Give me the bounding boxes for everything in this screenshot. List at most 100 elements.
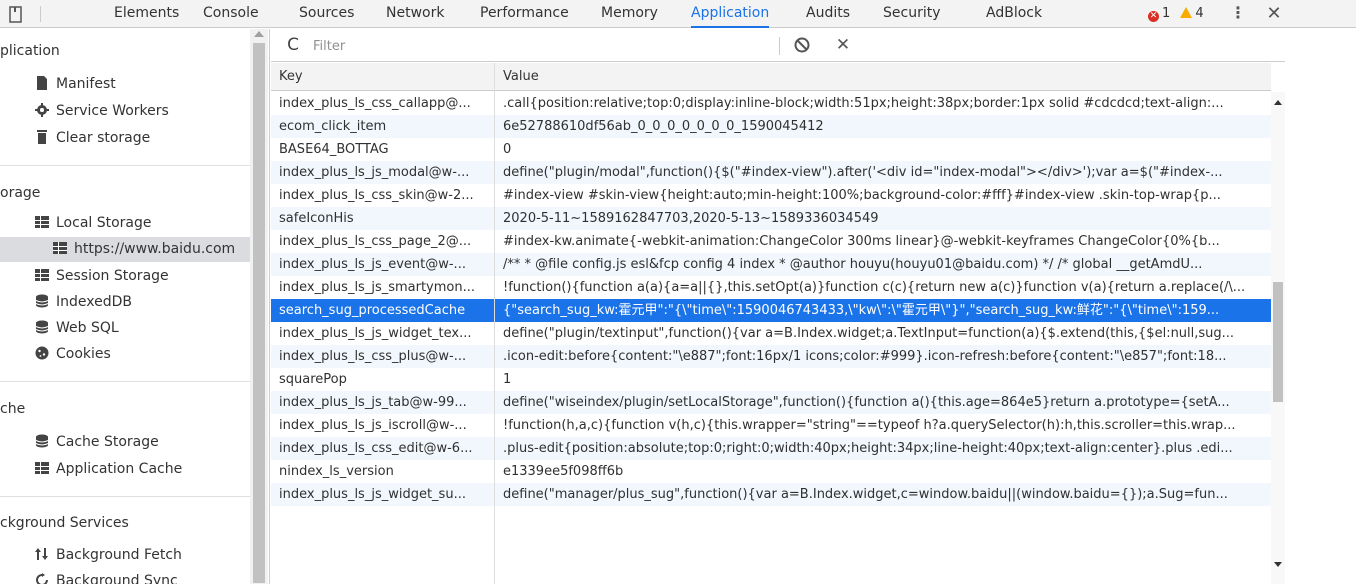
sidebar-item-session-storage[interactable]: Session Storage: [34, 264, 169, 289]
close-devtools-icon[interactable]: ✕: [1262, 0, 1286, 28]
table-scrollbar[interactable]: [1271, 92, 1285, 584]
column-divider[interactable]: [494, 63, 495, 584]
tab-memory[interactable]: Memory: [601, 0, 658, 28]
more-options-icon[interactable]: ⋮: [1228, 0, 1248, 28]
section-storage: orage: [0, 185, 41, 201]
value-cell[interactable]: e1339ee5f098ff6b: [495, 460, 1271, 483]
sidebar-item-local-storage[interactable]: Local Storage: [34, 211, 152, 236]
table-row[interactable]: index_plus_ls_js_modal@w-... define("plug…: [271, 161, 1271, 184]
table-row[interactable]: ecom_click_item 6e52788610df56ab_0_0_0_0_…: [271, 115, 1271, 138]
table-scrollbar-thumb[interactable]: [1273, 282, 1283, 402]
key-cell[interactable]: squarePop: [271, 368, 494, 391]
table-row[interactable]: squarePop 1: [271, 368, 1271, 391]
tab-application[interactable]: Application: [691, 0, 770, 28]
value-cell[interactable]: 2020-5-11~1589162847703,2020-5-13~158933…: [495, 207, 1271, 230]
key-cell[interactable]: index_plus_ls_css_skin@w-2...: [271, 184, 494, 207]
tab-sources[interactable]: Sources: [299, 0, 354, 28]
key-cell[interactable]: nindex_ls_version: [271, 460, 494, 483]
key-cell[interactable]: index_plus_ls_js_tab@w-99...: [271, 391, 494, 414]
sidebar-item-web-sql[interactable]: Web SQL: [34, 316, 119, 341]
table-row[interactable]: index_plus_ls_js_iscroll@w-... !function(…: [271, 414, 1271, 437]
value-cell[interactable]: .call{position:relative;top:0;display:in…: [495, 92, 1271, 115]
document-icon: [37, 76, 47, 90]
table-grid-icon: [35, 269, 49, 281]
key-cell[interactable]: index_plus_ls_css_callapp@...: [271, 92, 494, 115]
key-cell[interactable]: index_plus_ls_css_plus@w-...: [271, 345, 494, 368]
key-cell[interactable]: index_plus_ls_js_iscroll@w-...: [271, 414, 494, 437]
sidebar-item-baidu-origin[interactable]: https://www.baidu.com: [0, 237, 250, 262]
tab-performance[interactable]: Performance: [480, 0, 569, 28]
sidebar-item-cache-storage[interactable]: Cache Storage: [34, 430, 159, 455]
tab-network[interactable]: Network: [386, 0, 444, 28]
table-row[interactable]: index_plus_ls_css_page_2@... #index-kw.an…: [271, 230, 1271, 253]
key-cell[interactable]: index_plus_ls_js_event@w-...: [271, 253, 494, 276]
sidebar-scrollbar-thumb[interactable]: [253, 43, 265, 583]
value-cell[interactable]: 6e52788610df56ab_0_0_0_0_0_0_0_159004541…: [495, 115, 1271, 138]
sidebar-item-application-cache[interactable]: Application Cache: [34, 457, 182, 482]
value-cell[interactable]: #index-kw.animate{-webkit-animation:Chan…: [495, 230, 1271, 253]
sidebar-item-indexeddb[interactable]: IndexedDB: [34, 290, 132, 315]
sidebar-item-cookies[interactable]: Cookies: [34, 342, 111, 367]
filter-input[interactable]: [313, 35, 773, 57]
scroll-up-arrow-icon[interactable]: [254, 31, 264, 37]
table-row[interactable]: index_plus_ls_js_tab@w-99... define("wise…: [271, 391, 1271, 414]
value-cell[interactable]: define("wiseindex/plugin/setLocalStorage…: [495, 391, 1271, 414]
value-cell[interactable]: define("manager/plus_sug",function(){var…: [495, 483, 1271, 506]
value-cell[interactable]: {"search_sug_kw:霍元甲":"{\"time\":15900467…: [495, 299, 1271, 322]
key-cell[interactable]: index_plus_ls_js_widget_tex...: [271, 322, 494, 345]
warning-count: 4: [1195, 6, 1204, 21]
sidebar-item-background-sync[interactable]: Background Sync: [34, 569, 178, 584]
issues-counter[interactable]: ✕ 1 4: [1148, 0, 1204, 28]
table-row[interactable]: nindex_ls_version e1339ee5f098ff6b: [271, 460, 1271, 483]
refresh-icon[interactable]: C: [283, 35, 303, 55]
clear-all-icon[interactable]: [793, 36, 811, 54]
table-row[interactable]: search_sug_processedCache {"search_sug_kw…: [271, 299, 1271, 322]
value-cell[interactable]: .plus-edit{position:absolute;top:0;right…: [495, 437, 1271, 460]
scroll-up-arrow-icon[interactable]: [1274, 100, 1282, 105]
value-cell[interactable]: /** * @file config.js esl&fcp config 4 i…: [495, 253, 1271, 276]
value-cell[interactable]: 0: [495, 138, 1271, 161]
key-cell[interactable]: index_plus_ls_js_modal@w-...: [271, 161, 494, 184]
table-row[interactable]: index_plus_ls_js_widget_tex... define("pl…: [271, 322, 1271, 345]
value-cell[interactable]: !function(h,a,c){function v(h,c){this.wr…: [495, 414, 1271, 437]
key-cell[interactable]: index_plus_ls_js_smartymon...: [271, 276, 494, 299]
column-header-value[interactable]: Value: [495, 63, 539, 91]
key-cell[interactable]: index_plus_ls_css_page_2@...: [271, 230, 494, 253]
table-row[interactable]: BASE64_BOTTAG 0: [271, 138, 1271, 161]
key-cell[interactable]: BASE64_BOTTAG: [271, 138, 494, 161]
tab-elements[interactable]: Elements: [114, 0, 179, 28]
key-cell[interactable]: index_plus_ls_css_edit@w-6...: [271, 437, 494, 460]
key-cell[interactable]: index_plus_ls_js_widget_su...: [271, 483, 494, 506]
tab-audits[interactable]: Audits: [806, 0, 850, 28]
value-cell[interactable]: !function(){function a(a){a=a||{},this.s…: [495, 276, 1271, 299]
key-cell[interactable]: ecom_click_item: [271, 115, 494, 138]
sidebar-item-clear-storage[interactable]: Clear storage: [34, 126, 150, 151]
table-row[interactable]: index_plus_ls_js_widget_su... define("man…: [271, 483, 1271, 506]
column-header-key[interactable]: Key: [271, 63, 303, 91]
table-row[interactable]: index_plus_ls_js_smartymon... !function()…: [271, 276, 1271, 299]
table-row[interactable]: index_plus_ls_css_skin@w-2... #index-view…: [271, 184, 1271, 207]
table-row[interactable]: safeIconHis 2020-5-11~1589162847703,2020-…: [271, 207, 1271, 230]
tab-security[interactable]: Security: [883, 0, 941, 28]
value-cell[interactable]: .icon-edit:before{content:"\e887";font:1…: [495, 345, 1271, 368]
table-row[interactable]: index_plus_ls_css_edit@w-6... .plus-edit{…: [271, 437, 1271, 460]
sidebar-item-service-workers[interactable]: Service Workers: [34, 99, 169, 124]
delete-selected-icon[interactable]: ✕: [833, 34, 853, 56]
sidebar-divider: [0, 381, 250, 382]
table-row[interactable]: index_plus_ls_js_event@w-.../** * @file …: [271, 253, 1271, 276]
value-cell[interactable]: #index-view #skin-view{height:auto;min-h…: [495, 184, 1271, 207]
dock-side-button[interactable]: [0, 3, 30, 25]
tab-adblock[interactable]: AdBlock: [986, 0, 1042, 28]
tab-console[interactable]: Console: [203, 0, 259, 28]
sidebar-scrollbar[interactable]: [250, 29, 268, 584]
value-cell[interactable]: 1: [495, 368, 1271, 391]
key-cell[interactable]: safeIconHis: [271, 207, 494, 230]
value-cell[interactable]: define("plugin/textinput",function(){var…: [495, 322, 1271, 345]
table-row[interactable]: index_plus_ls_css_plus@w-... .icon-edit:b…: [271, 345, 1271, 368]
table-row[interactable]: index_plus_ls_css_callapp@... .call{posit…: [271, 92, 1271, 115]
value-cell[interactable]: define("plugin/modal",function(){$("#ind…: [495, 161, 1271, 184]
scroll-down-arrow-icon[interactable]: [1274, 562, 1282, 567]
sidebar-item-manifest[interactable]: Manifest: [34, 72, 116, 97]
key-cell[interactable]: search_sug_processedCache: [271, 299, 494, 322]
sidebar-item-background-fetch[interactable]: Background Fetch: [34, 543, 182, 568]
